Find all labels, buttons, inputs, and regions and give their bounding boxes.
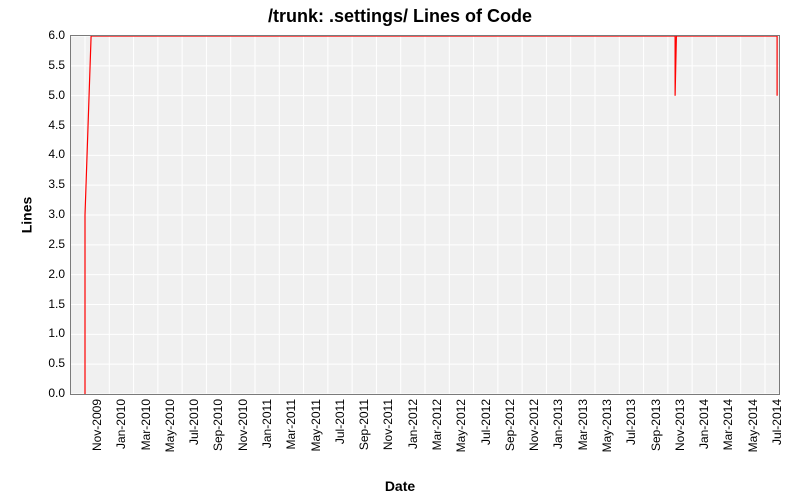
plot-svg xyxy=(71,36,779,394)
gridlines xyxy=(71,36,779,394)
x-tick-label: Jul-2013 xyxy=(624,399,638,489)
x-tick-label: Sep-2011 xyxy=(357,399,371,489)
x-tick-label: May-2012 xyxy=(454,399,468,489)
x-tick-label: Nov-2011 xyxy=(381,399,395,489)
y-tick-label: 4.5 xyxy=(35,118,65,132)
x-tick-label: Jan-2013 xyxy=(551,399,565,489)
x-tick-label: Jul-2012 xyxy=(479,399,493,489)
x-tick-label: Mar-2012 xyxy=(430,399,444,489)
chart-container: /trunk: .settings/ Lines of Code Lines 0… xyxy=(0,0,800,500)
x-tick-label: Jul-2014 xyxy=(770,399,784,489)
x-tick-label: May-2014 xyxy=(746,399,760,489)
x-tick-label: Mar-2011 xyxy=(284,399,298,489)
x-tick-label: Jul-2010 xyxy=(187,399,201,489)
y-tick-label: 5.5 xyxy=(35,58,65,72)
x-tick-label: Nov-2012 xyxy=(527,399,541,489)
x-tick-label: Nov-2013 xyxy=(673,399,687,489)
x-tick-label: May-2011 xyxy=(309,399,323,489)
x-axis-label: Date xyxy=(0,478,800,494)
x-tick-label: Jan-2010 xyxy=(114,399,128,489)
x-tick-label: Nov-2010 xyxy=(236,399,250,489)
x-tick-label: Mar-2010 xyxy=(139,399,153,489)
x-tick-label: Mar-2014 xyxy=(721,399,735,489)
y-tick-label: 1.5 xyxy=(35,297,65,311)
x-tick-label: Mar-2013 xyxy=(576,399,590,489)
y-tick-label: 3.0 xyxy=(35,207,65,221)
y-tick-label: 2.0 xyxy=(35,267,65,281)
y-tick-label: 4.0 xyxy=(35,147,65,161)
y-tick-label: 5.0 xyxy=(35,88,65,102)
y-tick-label: 0.0 xyxy=(35,386,65,400)
y-tick-label: 0.5 xyxy=(35,356,65,370)
x-tick-label: Sep-2013 xyxy=(649,399,663,489)
x-tick-label: Sep-2010 xyxy=(211,399,225,489)
x-tick-label: Jul-2011 xyxy=(333,399,347,489)
y-tick-label: 6.0 xyxy=(35,28,65,42)
chart-title: /trunk: .settings/ Lines of Code xyxy=(0,6,800,27)
y-tick-label: 1.0 xyxy=(35,326,65,340)
plot-area xyxy=(70,35,780,395)
y-axis-label: Lines xyxy=(18,197,34,234)
x-tick-label: Jan-2012 xyxy=(406,399,420,489)
x-tick-label: Jan-2011 xyxy=(260,399,274,489)
y-tick-label: 2.5 xyxy=(35,237,65,251)
x-tick-label: Sep-2012 xyxy=(503,399,517,489)
x-tick-label: Jan-2014 xyxy=(697,399,711,489)
x-tick-label: May-2010 xyxy=(163,399,177,489)
y-tick-label: 3.5 xyxy=(35,177,65,191)
x-tick-label: Nov-2009 xyxy=(90,399,104,489)
x-tick-label: May-2013 xyxy=(600,399,614,489)
